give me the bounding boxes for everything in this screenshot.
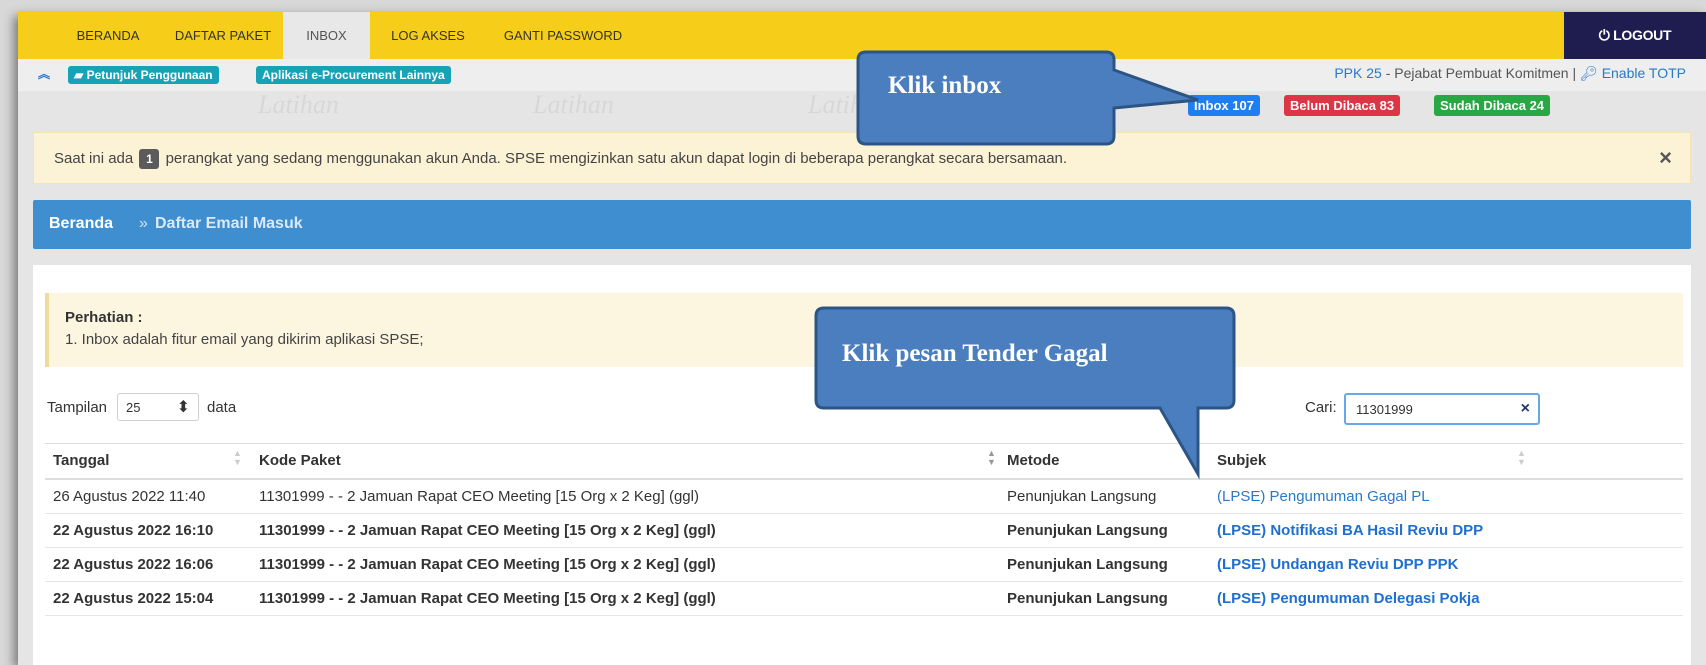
inbox-callout-text: Klik inbox [888, 72, 1002, 99]
message-callout-shape [814, 306, 1236, 480]
screenshot-frame: BERANDA DAFTAR PAKET INBOX LOG AKSES GAN… [0, 0, 1706, 665]
browser-page: BERANDA DAFTAR PAKET INBOX LOG AKSES GAN… [18, 12, 1706, 665]
message-callout-text: Klik pesan Tender Gagal [842, 340, 1108, 367]
callout-layer [814, 50, 1236, 480]
